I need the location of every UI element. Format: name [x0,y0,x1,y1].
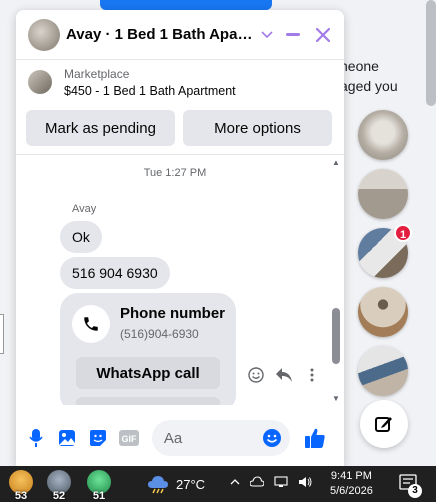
message-composer: GIF Aa [16,410,344,466]
page-scrollbar[interactable] [426,0,436,106]
minimize-icon [286,32,301,36]
whatsapp-call-button[interactable]: WhatsApp call [76,357,220,389]
more-options-button[interactable]: More options [183,110,332,146]
message-input[interactable]: Aa [151,420,291,456]
chat-head-avatar [358,346,408,396]
image-icon[interactable] [57,427,78,449]
microphone-icon[interactable] [26,427,47,449]
background-header-bar [100,0,272,10]
gif-icon[interactable]: GIF [119,427,140,449]
app-badge: 51 [92,490,106,502]
phone-card-title: Phone number [120,305,226,322]
notice-line-2: aged you [340,78,398,94]
phone-icon [72,305,110,343]
app-badge: 52 [52,490,66,502]
message-bubble[interactable]: 516 904 6930 [60,257,170,289]
system-tray [230,476,312,488]
chat-head-4[interactable] [358,287,408,337]
chat-header[interactable]: Avay · 1 Bed 1 Bath Apartm… [16,10,344,60]
scroll-up-icon[interactable]: ▲ [332,158,340,167]
mark-as-pending-button[interactable]: Mark as pending [26,110,175,146]
chat-avatar[interactable] [28,18,60,51]
background-notification-text: neone aged you [340,56,436,96]
chevron-down-icon[interactable] [260,28,277,42]
weather-temperature: 27°C [176,476,206,492]
secondary-card-button[interactable] [76,397,220,405]
react-icon[interactable] [246,365,266,385]
unread-badge: 1 [394,224,412,242]
reply-icon[interactable] [274,365,294,385]
taskbar-app-2[interactable]: 52 [44,470,74,502]
message-timestamp: Tue 1:27 PM [143,167,207,179]
message-scrollbar[interactable]: ▲ ▼ [330,158,342,404]
minimize-button[interactable] [280,22,306,48]
notification-count: 3 [408,484,422,498]
chevron-up-icon[interactable] [230,476,240,488]
message-bubble[interactable]: Ok [60,221,102,253]
marketplace-listing[interactable]: Marketplace $450 - 1 Bed 1 Bath Apartmen… [16,60,344,104]
listing-title: $450 - 1 Bed 1 Bath Apartment [64,83,236,98]
marketplace-label: Marketplace [64,66,130,81]
sticker-icon[interactable] [88,427,109,449]
taskbar: 53 52 51 27°C 9:41 PM 5/6/2026 3 [0,466,436,502]
listing-thumbnail [28,70,52,94]
thumbs-up-icon[interactable] [304,427,326,449]
weather-widget[interactable]: 27°C [146,474,205,494]
phone-card-number: (516)904-6930 [120,327,199,341]
clock[interactable]: 9:41 PM 5/6/2026 [330,469,373,499]
chat-head-avatar [358,110,408,160]
chat-head-avatar [358,169,408,219]
chat-head-1[interactable] [358,110,408,160]
sender-name: Avay [72,203,97,215]
compose-icon [375,417,392,432]
close-button[interactable] [310,22,336,48]
chat-head-5[interactable] [358,346,408,396]
volume-icon[interactable] [298,476,312,488]
clock-time: 9:41 PM [330,470,372,482]
scroll-down-icon[interactable]: ▼ [332,394,340,403]
phone-number-card[interactable]: Phone number (516)904-6930 WhatsApp call [60,293,236,405]
scroll-thumb[interactable] [332,308,340,364]
cloud-icon[interactable] [250,476,264,488]
taskbar-app-3[interactable]: 51 [84,470,114,502]
chat-title[interactable]: Avay · 1 Bed 1 Bath Apartm… [66,26,257,43]
weather-icon [148,476,168,494]
emoji-icon[interactable] [262,428,282,448]
new-message-button[interactable] [360,400,408,448]
message-input-placeholder: Aa [163,429,183,447]
close-icon [316,27,331,42]
chat-window: Avay · 1 Bed 1 Bath Apartm… Marketplace … [16,10,344,466]
taskbar-app-1[interactable]: 53 [6,470,36,502]
chat-head-avatar [358,287,408,337]
listing-actions: Mark as pending More options [16,104,344,146]
chat-head-2[interactable] [358,169,408,219]
network-icon[interactable] [274,476,288,488]
chat-heads: 1 [358,110,412,405]
message-tools [246,365,322,385]
notice-line-1: neone [340,58,379,74]
clock-date: 5/6/2026 [330,485,373,497]
app-badge: 53 [14,490,28,502]
more-icon[interactable] [302,365,322,385]
background-panel-edge [0,314,4,354]
chat-head-3[interactable]: 1 [358,224,412,278]
svg-text:GIF: GIF [122,434,138,444]
message-list: Tue 1:27 PM Avay Ok 516 904 6930 Phone n… [16,155,334,405]
